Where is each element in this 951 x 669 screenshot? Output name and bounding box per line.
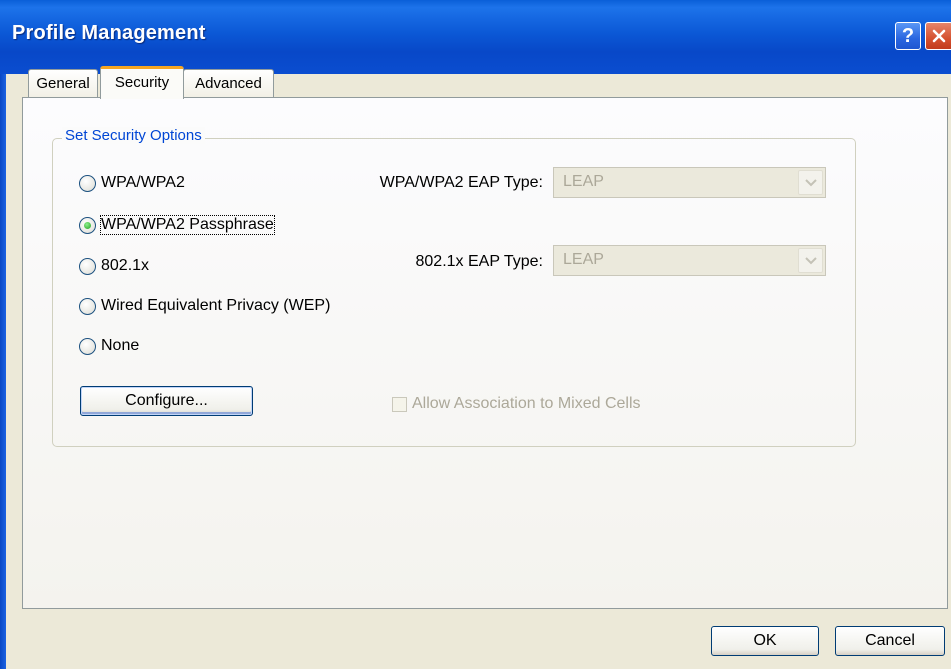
select-value: LEAP — [563, 251, 604, 268]
tab-security[interactable]: Security — [100, 66, 184, 99]
radio-button-circle[interactable] — [79, 297, 96, 315]
close-button[interactable] — [925, 22, 951, 50]
allow-mixed-cells-option[interactable]: Allow Association to Mixed Cells — [392, 392, 641, 416]
radio-selected-dot — [84, 221, 91, 229]
title-bar[interactable]: Profile Management ? — [0, 0, 951, 74]
radio-label: WPA/WPA2 — [101, 174, 185, 191]
groupbox-title: Set Security Options — [62, 127, 205, 144]
wpa-eap-type-label: WPA/WPA2 EAP Type: — [379, 174, 543, 191]
tab-label: Advanced — [195, 75, 262, 92]
radio-label: WPA/WPA2 Passphrase — [100, 215, 275, 235]
802-1x-eap-type-label: 802.1x EAP Type: — [415, 253, 544, 270]
radio-button-circle[interactable] — [79, 337, 96, 355]
ok-button[interactable]: OK — [711, 626, 819, 656]
chevron-down-icon — [804, 256, 817, 264]
allow-mixed-cells-checkbox[interactable] — [392, 396, 407, 412]
dropdown-button[interactable] — [798, 170, 823, 195]
window-title: Profile Management — [12, 22, 206, 44]
radio-button-circle[interactable] — [79, 216, 96, 234]
profile-management-dialog: Profile Management ? General Security Ad… — [0, 0, 951, 669]
help-icon: ? — [901, 24, 915, 47]
checkbox-label: Allow Association to Mixed Cells — [412, 395, 641, 412]
radio-wpa-wpa2-passphrase[interactable]: WPA/WPA2 Passphrase — [79, 213, 275, 237]
cancel-button[interactable]: Cancel — [835, 626, 945, 656]
radio-wep[interactable]: Wired Equivalent Privacy (WEP) — [79, 294, 330, 318]
tab-advanced[interactable]: Advanced — [183, 69, 274, 97]
select-value: LEAP — [563, 173, 604, 190]
tab-label: Security — [114, 73, 170, 91]
radio-802-1x[interactable]: 802.1x — [79, 254, 149, 278]
radio-button-circle[interactable] — [79, 174, 96, 192]
chevron-down-icon — [804, 178, 817, 186]
radio-none[interactable]: None — [79, 334, 139, 358]
radio-label: None — [101, 337, 140, 354]
configure-button[interactable]: Configure... — [80, 386, 253, 416]
802-1x-eap-type-select[interactable]: LEAP — [553, 245, 826, 276]
tab-general[interactable]: General — [28, 69, 98, 97]
radio-label: 802.1x — [101, 257, 150, 274]
window-frame-left — [0, 74, 6, 669]
dropdown-button[interactable] — [798, 248, 823, 273]
radio-label: Wired Equivalent Privacy (WEP) — [101, 297, 331, 314]
tab-label: General — [36, 75, 90, 92]
wpa-eap-type-select[interactable]: LEAP — [553, 167, 826, 198]
radio-button-circle[interactable] — [79, 257, 96, 275]
help-button[interactable]: ? — [895, 22, 921, 50]
close-icon — [932, 29, 946, 43]
radio-wpa-wpa2[interactable]: WPA/WPA2 — [79, 171, 185, 195]
